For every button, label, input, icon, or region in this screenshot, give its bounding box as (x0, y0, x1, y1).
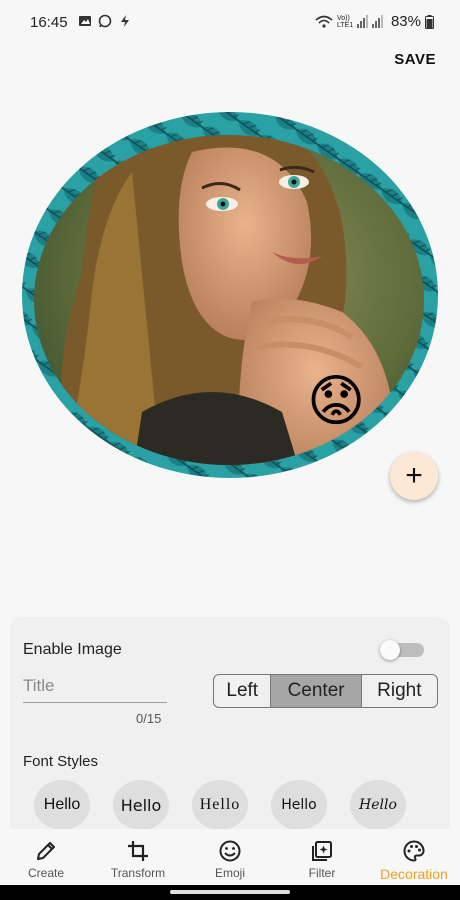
battery-icon (425, 14, 434, 29)
whatsapp-icon (98, 14, 112, 28)
filter-icon (312, 841, 332, 861)
photo-frame: 😟 (22, 112, 438, 478)
battery-percent: 83% (390, 13, 421, 30)
title-input[interactable] (23, 669, 167, 703)
toggle-knob (380, 640, 400, 660)
bottom-navigation: Create Transform Emoji Filter Decoration (0, 829, 460, 885)
nav-emoji[interactable]: Emoji (184, 829, 276, 885)
save-button[interactable]: SAVE (394, 51, 436, 68)
smiley-icon (219, 840, 241, 862)
status-bar: 16:45 Vo)) LTE1 83% (0, 0, 460, 44)
add-button[interactable]: + (390, 452, 438, 500)
editor-screen: 16:45 Vo)) LTE1 83% SAVE 😟 + Enable Imag… (0, 0, 460, 900)
status-right: Vo)) LTE1 83% (315, 13, 434, 30)
font-style-option[interactable]: Hello (34, 780, 90, 829)
nav-label: Transform (110, 866, 166, 880)
gallery-icon (79, 16, 91, 26)
palette-icon (403, 840, 425, 862)
nav-label: Decoration (380, 866, 448, 882)
home-gesture-pill[interactable] (170, 890, 290, 894)
nav-transform[interactable]: Transform (92, 829, 184, 885)
align-left-button[interactable]: Left (214, 675, 272, 707)
align-right-button[interactable]: Right (362, 675, 437, 707)
notification-icons (78, 14, 132, 28)
nav-create[interactable]: Create (0, 829, 92, 885)
crop-icon (128, 841, 148, 861)
font-style-option[interactable]: Hello (271, 780, 327, 829)
enable-image-toggle[interactable] (380, 640, 424, 660)
nav-decoration[interactable]: Decoration (368, 829, 460, 885)
font-styles-label: Font Styles (23, 753, 99, 770)
font-style-option[interactable]: Hello (350, 780, 406, 829)
lte-indicator: Vo)) LTE1 (336, 14, 354, 29)
enable-image-label: Enable Image (23, 641, 122, 658)
wifi-icon (315, 15, 333, 28)
font-style-option[interactable]: Hello (113, 780, 169, 829)
align-center-button[interactable]: Center (271, 675, 362, 707)
flash-icon (121, 15, 129, 27)
decoration-panel: Enable Image 0/15 Left Center Right Font… (10, 617, 450, 829)
nav-label: Filter (308, 866, 336, 880)
emoji-sticker[interactable]: 😟 (307, 369, 365, 434)
nav-label: Create (27, 866, 65, 880)
nav-label: Emoji (214, 866, 245, 880)
signal-icon (356, 14, 383, 28)
status-time: 16:45 (30, 14, 68, 31)
font-style-list: Hello Hello Hello Hello Hello (34, 780, 406, 829)
nav-filter[interactable]: Filter (276, 829, 368, 885)
title-char-counter: 0/15 (136, 711, 162, 726)
alignment-segmented-control: Left Center Right (213, 674, 438, 708)
pencil-icon (37, 842, 55, 860)
font-style-option[interactable]: Hello (192, 780, 248, 829)
system-navigation-bar (0, 885, 460, 900)
